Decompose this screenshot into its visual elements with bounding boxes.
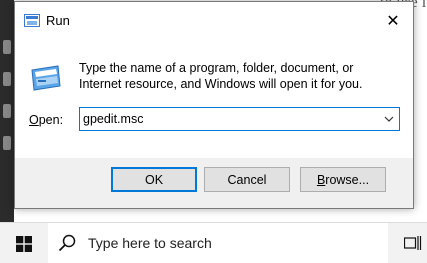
- taskbar: Type here to search: [0, 222, 427, 263]
- open-combobox[interactable]: [79, 107, 400, 131]
- open-label: Open:: [29, 113, 63, 127]
- open-label-text: pen:: [38, 113, 64, 127]
- sidebar-icons: [3, 40, 13, 168]
- close-button[interactable]: ✕: [373, 2, 413, 40]
- dialog-content: Type the name of a program, folder, docu…: [15, 40, 413, 158]
- sidebar-icon: [3, 104, 11, 118]
- dialog-description: Type the name of a program, folder, docu…: [79, 61, 363, 91]
- search-placeholder: Type here to search: [88, 235, 212, 251]
- close-icon: ✕: [386, 13, 400, 30]
- sidebar-icon: [3, 40, 11, 54]
- cancel-button[interactable]: Cancel: [204, 167, 290, 192]
- open-input[interactable]: [83, 110, 373, 128]
- windows-logo-icon: [16, 236, 32, 252]
- browse-accelerator: B: [316, 172, 326, 187]
- title-bar[interactable]: Run ✕: [15, 2, 413, 40]
- sidebar-icon: [3, 136, 11, 150]
- dialog-title: Run: [46, 13, 70, 28]
- sidebar-icon: [3, 72, 11, 86]
- open-label-accelerator: O: [29, 113, 39, 127]
- browse-button[interactable]: Browse...: [300, 167, 386, 192]
- chevron-down-icon[interactable]: [383, 113, 395, 125]
- task-view-icon[interactable]: [404, 235, 422, 251]
- ok-button[interactable]: OK: [111, 167, 197, 192]
- search-icon: [58, 234, 76, 252]
- run-icon: [24, 14, 40, 27]
- run-icon: [31, 65, 61, 91]
- taskbar-search-box[interactable]: Type here to search: [48, 223, 388, 263]
- browse-label: rowse...: [325, 172, 370, 187]
- start-button[interactable]: [0, 223, 48, 263]
